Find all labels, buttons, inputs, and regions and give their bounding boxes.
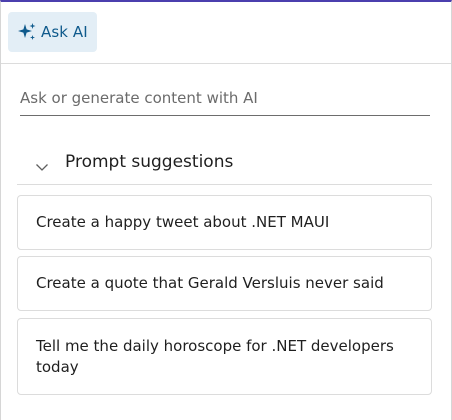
ask-ai-button[interactable]: Ask AI	[8, 12, 97, 52]
prompt-suggestions-title: Prompt suggestions	[65, 151, 234, 172]
prompt-input[interactable]	[20, 84, 430, 112]
suggestion-text: Create a quote that Gerald Versluis neve…	[36, 274, 384, 292]
suggestion-text: Create a happy tweet about .NET MAUI	[36, 213, 330, 231]
prompt-suggestions-toggle[interactable]: Prompt suggestions	[17, 139, 432, 185]
prompt-field	[20, 84, 430, 116]
suggestion-card[interactable]: Create a quote that Gerald Versluis neve…	[17, 256, 432, 311]
sparkle-icon	[16, 21, 38, 43]
ask-ai-label: Ask AI	[41, 23, 88, 41]
suggestion-text: Tell me the daily horoscope for .NET dev…	[36, 336, 394, 376]
toolbar: Ask AI	[1, 2, 451, 64]
ai-assistant-panel: Ask AI Prompt suggestions Create a happy…	[0, 0, 452, 420]
suggestion-card[interactable]: Tell me the daily horoscope for .NET dev…	[17, 318, 432, 395]
suggestion-card[interactable]: Create a happy tweet about .NET MAUI	[17, 195, 432, 250]
chevron-down-icon	[35, 157, 49, 171]
